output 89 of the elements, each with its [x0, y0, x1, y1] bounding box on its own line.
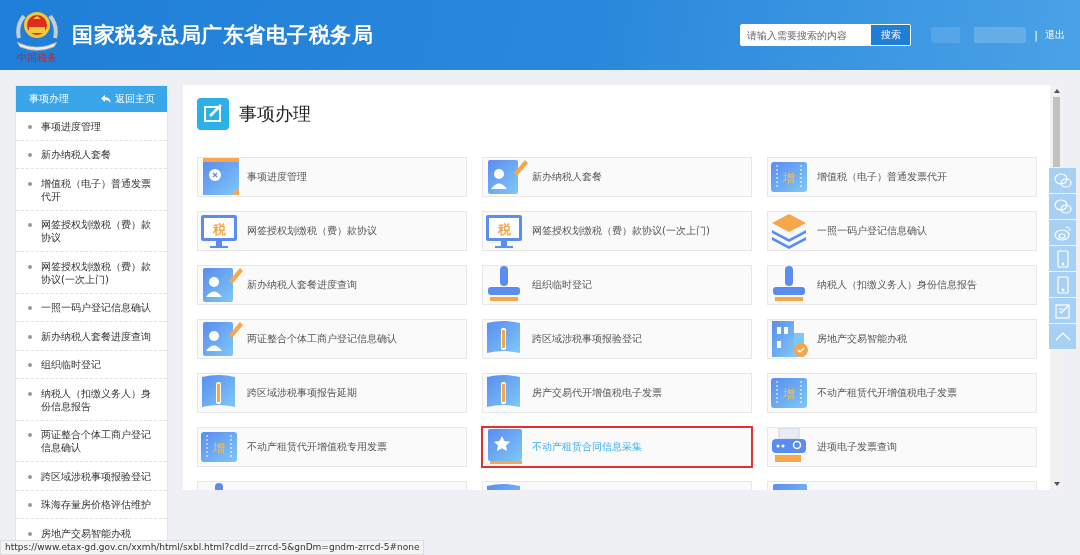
service-card[interactable] [197, 481, 467, 490]
logo-caption: 中国税务 [17, 51, 57, 63]
sidebar-link[interactable]: 房地产交易智能办税 [41, 526, 155, 540]
bullet-icon [28, 531, 32, 536]
sidebar-link[interactable]: 珠海存量房价格评估维护 [41, 498, 155, 511]
sidebar-link[interactable]: 新办纳税人套餐 [41, 148, 155, 161]
chat-icon [1053, 197, 1072, 216]
bullet-icon [28, 124, 32, 129]
side-tool-button[interactable] [1049, 168, 1076, 193]
service-card[interactable]: 税 网签授权划缴税（费）款协议(一次上门) [482, 211, 752, 251]
bullet-icon [28, 223, 32, 227]
side-tool-button[interactable] [1049, 246, 1076, 271]
bullet-icon [28, 306, 32, 310]
bullet-icon [28, 474, 32, 479]
card-label: 增值税（电子）普通发票代开 [817, 170, 947, 184]
sidebar-link[interactable]: 一照一码户登记信息确认 [41, 301, 155, 314]
card-label: 房产交易代开增值税电子发票 [532, 386, 662, 400]
card-label: 跨区域涉税事项报告延期 [247, 386, 357, 400]
sidebar-title: 事项办理 [29, 92, 70, 106]
side-tool-button[interactable] [1049, 272, 1076, 297]
card-label: 新办纳税人套餐 [532, 170, 602, 184]
bullet-icon [28, 363, 32, 367]
search-button[interactable]: 搜索 [871, 25, 911, 45]
sidebar-link[interactable]: 网签授权划缴税（费）款协议(一次上门) [41, 259, 155, 286]
card-label: 进项电子发票查询 [817, 440, 897, 454]
service-card[interactable]: 增 增值税（电子）普通发票代开 [767, 157, 1037, 197]
bullet-icon [28, 153, 32, 157]
scroll-down-icon[interactable] [1053, 482, 1060, 486]
card-label: 网签授权划缴税（费）款协议 [247, 224, 377, 238]
search-field[interactable]: 请输入需要搜索的内容 搜索 [740, 24, 912, 46]
scroll-thumb[interactable] [1053, 97, 1060, 167]
side-tool-button[interactable] [1049, 324, 1076, 349]
card-label: 一照一码户登记信息确认 [817, 224, 927, 238]
bullet-icon [28, 264, 32, 269]
card-label: 跨区域涉税事项报验登记 [532, 332, 642, 346]
card-label: 网签授权划缴税（费）款协议(一次上门) [532, 224, 710, 238]
service-card[interactable] [767, 481, 1037, 490]
service-card[interactable]: 事项进度管理 [197, 157, 467, 197]
service-card[interactable]: 进项电子发票查询 [767, 427, 1037, 467]
bullet-icon [28, 433, 32, 437]
scroll-up-icon[interactable] [1053, 89, 1060, 93]
stamp-icon [215, 482, 223, 490]
bullet-icon [28, 391, 32, 396]
sidebar-link[interactable]: 新办纳税人套餐进度查询 [41, 329, 155, 343]
service-card[interactable]: 房地产交易智能办税 [767, 319, 1037, 359]
service-card[interactable]: 一照一码户登记信息确认 [767, 211, 1037, 251]
card-label: 不动产租赁代开增值税电子发票 [817, 386, 957, 400]
service-card[interactable]: 新办纳税人套餐 [482, 157, 752, 197]
service-card[interactable]: 增 不动产租赁代开增值税专用发票 [197, 427, 467, 467]
edit-icon [197, 98, 229, 130]
weibo-icon [1053, 223, 1072, 242]
site-title: 国家税务总局广东省电子税务局 [72, 22, 373, 49]
bullet-icon [28, 181, 32, 186]
service-card[interactable]: 跨区域涉税事项报告延期 [197, 373, 467, 413]
bullet-icon [28, 334, 32, 339]
service-card[interactable]: 纳税人（扣缴义务人）身份信息报告 [767, 265, 1037, 305]
page-title: 事项办理 [239, 102, 311, 126]
card-label: 事项进度管理 [247, 170, 307, 184]
sidebar-link[interactable]: 纳税人（扣缴义务人）身份信息报告 [41, 386, 155, 413]
sidebar-link[interactable]: 增值税（电子）普通发票代开 [41, 176, 155, 203]
service-card[interactable]: 跨区域涉税事项报验登记 [482, 319, 752, 359]
service-card[interactable]: 新办纳税人套餐进度查询 [197, 265, 467, 305]
sidebar-link[interactable]: 两证整合个体工商户登记信息确认 [41, 428, 155, 454]
service-card[interactable] [482, 481, 752, 490]
reply-arrow-icon [101, 95, 111, 103]
side-tool-button[interactable] [1049, 194, 1076, 219]
card-label: 两证整合个体工商户登记信息确认 [247, 332, 397, 346]
side-tool-button[interactable] [1049, 220, 1076, 245]
card-label: 组织临时登记 [532, 278, 592, 292]
bullet-icon [28, 503, 32, 507]
card-label: 不动产租赁合同信息采集 [532, 440, 642, 454]
card-label: 房地产交易智能办税 [817, 332, 907, 346]
card-label: 不动产租赁代开增值税专用发票 [247, 440, 387, 454]
chat-icon [1053, 171, 1072, 190]
edit-icon [1053, 301, 1072, 320]
sidebar-link[interactable]: 跨区域涉税事项报验登记 [41, 469, 155, 483]
service-card[interactable]: 增 不动产租赁代开增值税电子发票 [767, 373, 1037, 413]
side-tool-button[interactable] [1049, 298, 1076, 323]
sidebar-link[interactable]: 组织临时登记 [41, 358, 155, 371]
service-card[interactable]: 组织临时登记 [482, 265, 752, 305]
service-card[interactable]: 税 网签授权划缴税（费）款协议 [197, 211, 467, 251]
card-label: 纳税人（扣缴义务人）身份信息报告 [817, 278, 977, 292]
sidebar-link[interactable]: 网签授权划缴税（费）款协议 [41, 218, 155, 244]
status-bar-url: https://www.etax-gd.gov.cn/xxmh/html/sxbl.html?cdId=zrrcd-5&gnDm=gndm-zrrcd-5#none [0, 540, 425, 555]
separator: | [1034, 28, 1038, 42]
card-label: 新办纳税人套餐进度查询 [247, 278, 357, 292]
service-card[interactable]: 两证整合个体工商户登记信息确认 [197, 319, 467, 359]
sidebar-link[interactable]: 事项进度管理 [41, 119, 155, 133]
service-card[interactable]: 房产交易代开增值税电子发票 [482, 373, 752, 413]
